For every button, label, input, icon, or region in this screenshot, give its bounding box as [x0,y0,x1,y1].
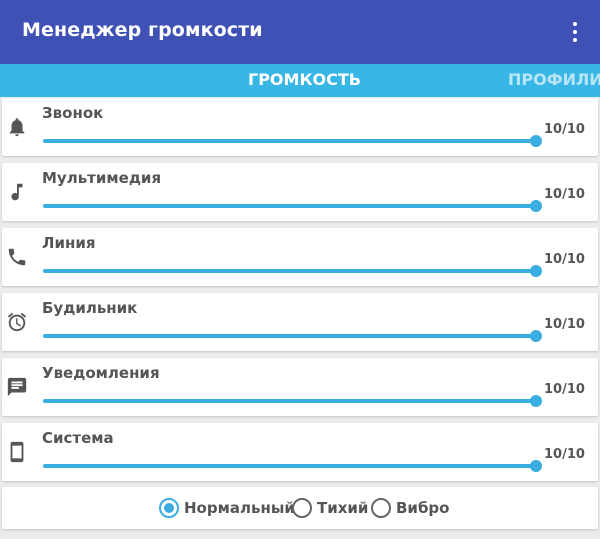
volume-card-notification: Уведомления 10/10 [2,358,598,416]
radio-unchecked-icon [292,498,312,518]
app-bar: Менеджер громкости [0,0,600,64]
volume-value: 10/10 [544,187,585,202]
volume-slider-thumb[interactable] [530,330,542,342]
stream-label: Будильник [42,299,138,317]
volume-value: 10/10 [544,122,585,137]
tab-profiles[interactable]: ПРОФИЛИ [508,70,600,89]
phone-icon [8,248,26,266]
volume-card-alarm: Будильник 10/10 [2,293,598,351]
stream-label: Мультимедия [42,169,162,187]
volume-slider-track[interactable] [43,464,536,468]
stream-label: Звонок [42,104,104,122]
volume-value: 10/10 [544,317,585,332]
volume-card-line: Линия 10/10 [2,228,598,286]
volume-slider-track[interactable] [43,139,536,143]
alarm-clock-icon [7,312,27,332]
radio-label: Вибро [396,499,450,517]
volume-slider-track[interactable] [43,269,536,273]
radio-normal[interactable]: Нормальный [159,498,295,518]
more-vert-icon[interactable] [566,20,584,44]
volume-slider-thumb[interactable] [530,265,542,277]
volume-slider-thumb[interactable] [530,460,542,472]
sound-mode-group: Нормальный Тихий Вибро [2,487,598,529]
stream-label: Уведомления [42,364,160,382]
volume-slider-track[interactable] [43,334,536,338]
volume-slider-thumb[interactable] [530,135,542,147]
stream-label: Линия [42,234,96,252]
tab-bar: ГРОМКОСТЬ ПРОФИЛИ [0,64,600,97]
music-note-icon [11,183,23,201]
message-icon [7,377,27,397]
radio-label: Нормальный [184,499,295,517]
volume-card-media: Мультимедия 10/10 [2,163,598,221]
radio-silent[interactable]: Тихий [292,498,368,518]
volume-slider-track[interactable] [43,204,536,208]
volume-slider-thumb[interactable] [530,200,542,212]
volume-slider-thumb[interactable] [530,395,542,407]
stream-label: Система [42,429,114,447]
radio-label: Тихий [317,499,369,517]
radio-unchecked-icon [371,498,391,518]
volume-slider-track[interactable] [43,399,536,403]
volume-value: 10/10 [544,382,585,397]
volume-value: 10/10 [544,252,585,267]
smartphone-icon [10,441,24,463]
tab-volume[interactable]: ГРОМКОСТЬ [248,70,361,89]
volume-card-ring: Звонок 10/10 [2,98,598,156]
radio-checked-icon [159,498,179,518]
bell-icon [9,118,25,137]
volume-value: 10/10 [544,447,585,462]
radio-vibrate[interactable]: Вибро [371,498,449,518]
volume-card-system: Система 10/10 [2,423,598,481]
app-title: Менеджер громкости [22,19,263,41]
